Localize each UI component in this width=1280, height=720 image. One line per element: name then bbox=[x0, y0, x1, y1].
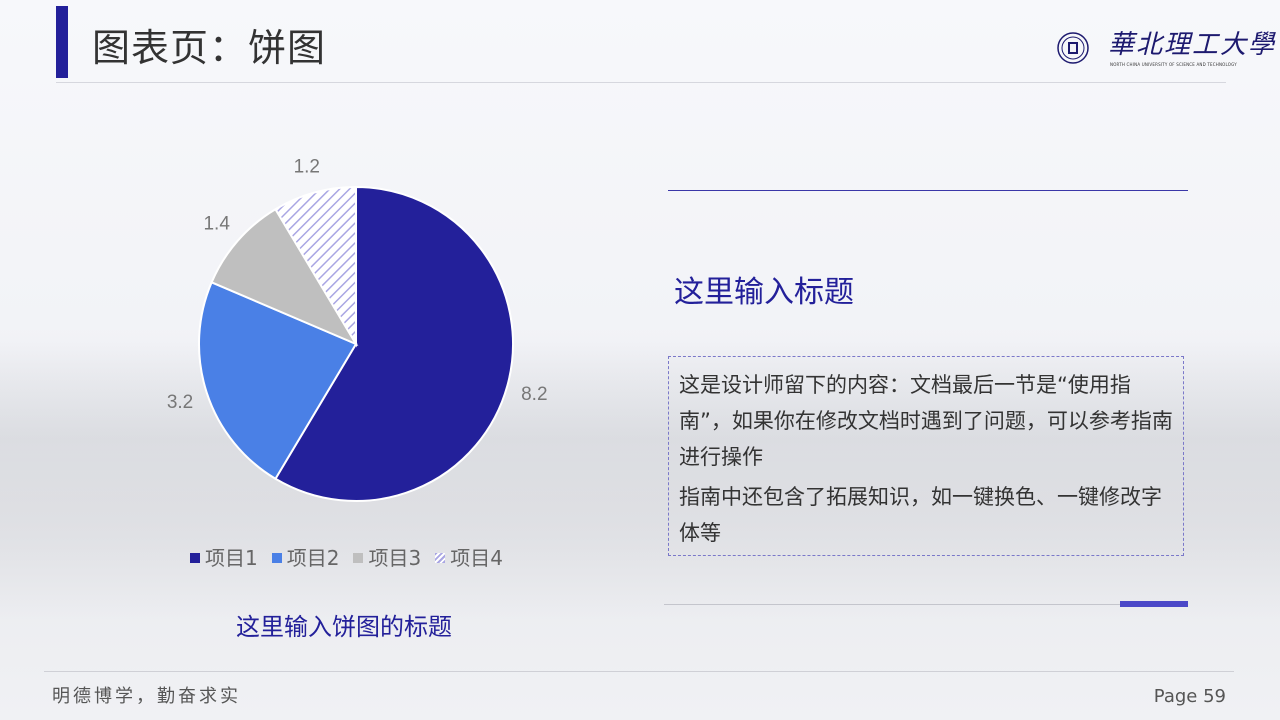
page-title: 图表页：饼图 bbox=[92, 26, 327, 70]
legend-swatch-1 bbox=[190, 553, 200, 563]
pie-data-label-2: 3.2 bbox=[167, 392, 193, 413]
chart-legend: 项目1 项目2 项目3 项目4 bbox=[190, 544, 503, 572]
right-panel-paragraph-2: 指南中还包含了拓展知识，如一键换色、一键修改字体等 bbox=[679, 485, 1162, 545]
pie-data-label-3: 1.4 bbox=[203, 213, 230, 234]
university-name-english: NORTH CHINA UNIVERSITY OF SCIENCE AND TE… bbox=[1110, 62, 1237, 67]
pie-data-label-1: 8.2 bbox=[521, 384, 547, 405]
university-seal-logo bbox=[1057, 32, 1089, 64]
university-name-logo: 華北理工大學 bbox=[1108, 30, 1277, 60]
legend-label-2: 项目2 bbox=[286, 546, 340, 570]
legend-item-2: 项目2 bbox=[271, 544, 340, 572]
legend-item-3: 项目3 bbox=[353, 544, 421, 572]
header-accent-bar bbox=[56, 6, 68, 78]
footer-motto: 明德博学，勤奋求实 bbox=[52, 686, 241, 707]
chart-caption: 这里输入饼图的标题 bbox=[236, 613, 452, 641]
pie-data-label-4: 1.2 bbox=[294, 157, 320, 178]
legend-label-1: 项目1 bbox=[205, 546, 258, 570]
page-number: Page 59 bbox=[1153, 686, 1226, 707]
footer-divider bbox=[44, 671, 1234, 672]
right-panel-bottom-accent bbox=[1120, 601, 1188, 607]
right-panel-text-box: 这是设计师留下的内容：文档最后一节是“使用指南”，如果你在修改文档时遇到了问题，… bbox=[668, 356, 1184, 556]
legend-swatch-2 bbox=[271, 553, 282, 563]
right-panel-top-line bbox=[668, 190, 1188, 191]
legend-item-1: 项目1 bbox=[190, 544, 258, 572]
header-divider bbox=[56, 82, 1226, 83]
pie-chart: 8.2 3.2 1.4 1.2 bbox=[167, 157, 548, 502]
right-panel-paragraph-1: 这是设计师留下的内容：文档最后一节是“使用指南”，如果你在修改文档时遇到了问题，… bbox=[679, 373, 1173, 469]
right-panel-bottom-line bbox=[664, 604, 1188, 605]
legend-item-4: 项目4 bbox=[435, 544, 503, 572]
legend-swatch-3 bbox=[353, 553, 364, 563]
right-panel-title: 这里输入标题 bbox=[674, 275, 854, 310]
legend-label-3: 项目3 bbox=[368, 546, 422, 570]
legend-label-4: 项目4 bbox=[450, 546, 503, 570]
legend-swatch-4 bbox=[435, 553, 446, 563]
